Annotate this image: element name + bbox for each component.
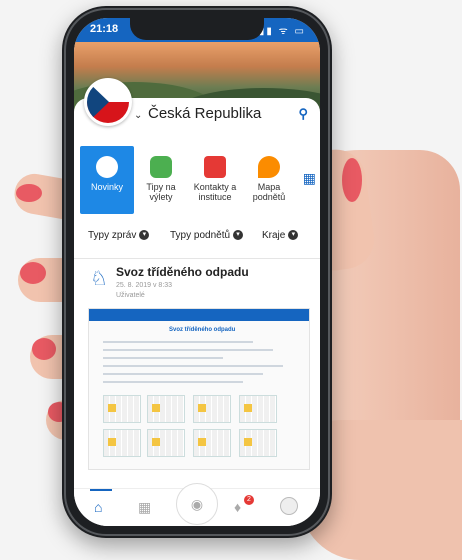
filter-kraje[interactable]: Kraje ▾: [262, 230, 299, 241]
notification-badge: 2: [244, 495, 254, 505]
coat-of-arms-icon: ♘: [90, 268, 108, 290]
search-icon[interactable]: ⚲: [298, 106, 308, 122]
chevron-down-icon: ▾: [139, 230, 150, 241]
calendar-thumbnail: [103, 395, 141, 423]
active-indicator: [90, 489, 112, 491]
filter-label: Typy podnětů: [170, 230, 231, 241]
menu-label: Mapa podnětů: [252, 182, 286, 202]
post-document-image[interactable]: Svoz tříděného odpadu: [88, 308, 310, 470]
finger-3-nail: [32, 338, 56, 360]
calendar-thumbnail: [239, 429, 277, 457]
chevron-down-icon: ▾: [288, 230, 299, 241]
chevron-down-icon: ▾: [233, 230, 244, 241]
menu-kontakty[interactable]: Kontakty a instituce: [188, 146, 242, 214]
menu-label: Kontakty a instituce: [193, 182, 237, 202]
filter-typy-zprav[interactable]: Typy zpráv ▾: [88, 230, 150, 241]
calendar-thumbnail: [193, 429, 231, 457]
post-title[interactable]: Svoz tříděného odpadu: [116, 265, 249, 279]
menu-mapa[interactable]: Mapa podnětů: [242, 146, 296, 214]
calendar-thumbnail: [147, 429, 185, 457]
profile-avatar-icon[interactable]: [280, 497, 298, 515]
post-date: 25. 8. 2019 v 8:33: [116, 282, 173, 289]
phone-notch: [130, 18, 264, 40]
phone-screen: 21:18 ▮▮ ᯤ ▭ ⌄ Česká Republika ⚲ Novinky…: [74, 18, 320, 526]
phone-contact-icon: [204, 156, 226, 178]
filter-label: Kraje: [262, 230, 286, 241]
post-source: Uživatelé: [116, 292, 145, 299]
filter-bar: Typy zpráv ▾ Typy podnětů ▾ Kraje ▾: [74, 230, 320, 252]
calendar-thumbnail: [193, 395, 231, 423]
menu-label: Novinky: [90, 182, 123, 192]
main-menu: Novinky Tipy na výlety Kontakty a instit…: [74, 146, 320, 214]
status-time: 21:18: [90, 23, 119, 35]
finger-2-nail: [20, 262, 46, 284]
menu-novinky[interactable]: Novinky: [80, 146, 134, 214]
thumb-nail: [342, 158, 362, 202]
filter-label: Typy zpráv: [88, 230, 137, 241]
menu-tipy[interactable]: Tipy na výlety: [134, 146, 188, 214]
backpack-icon: [150, 156, 172, 178]
country-selector[interactable]: Česká Republika: [148, 105, 261, 122]
filter-typy-podnetu[interactable]: Typy podnětů ▾: [170, 230, 244, 241]
document-title: Svoz tříděného odpadu: [169, 327, 236, 333]
apps-grid-icon[interactable]: ▦: [138, 499, 151, 516]
map-pin-icon: [258, 156, 280, 178]
camera-button[interactable]: ◉: [176, 483, 218, 525]
text-line: [103, 365, 283, 367]
divider: [74, 258, 320, 259]
menu-label: Tipy na výlety: [146, 182, 176, 202]
document-header: [89, 309, 309, 321]
czech-flag-icon: [84, 78, 132, 126]
calendar-thumbnail: [103, 429, 141, 457]
text-line: [103, 349, 273, 351]
home-icon[interactable]: ⌂: [94, 499, 102, 515]
grid-icon[interactable]: ▦: [303, 170, 316, 187]
text-line: [103, 373, 263, 375]
status-icons: ▮▮ ᯤ ▭: [258, 26, 306, 37]
calendar-thumbnail: [147, 395, 185, 423]
text-line: [103, 357, 223, 359]
calendar-thumbnail: [239, 395, 277, 423]
bell-icon[interactable]: ♦: [234, 499, 241, 515]
bottom-navigation: ⌂ ▦ ◉ ♦ 2: [74, 483, 320, 526]
text-line: [103, 381, 243, 383]
chevron-down-icon[interactable]: ⌄: [134, 110, 142, 121]
text-line: [103, 341, 253, 343]
finger-1-nail: [16, 184, 42, 202]
news-icon: [96, 156, 118, 178]
